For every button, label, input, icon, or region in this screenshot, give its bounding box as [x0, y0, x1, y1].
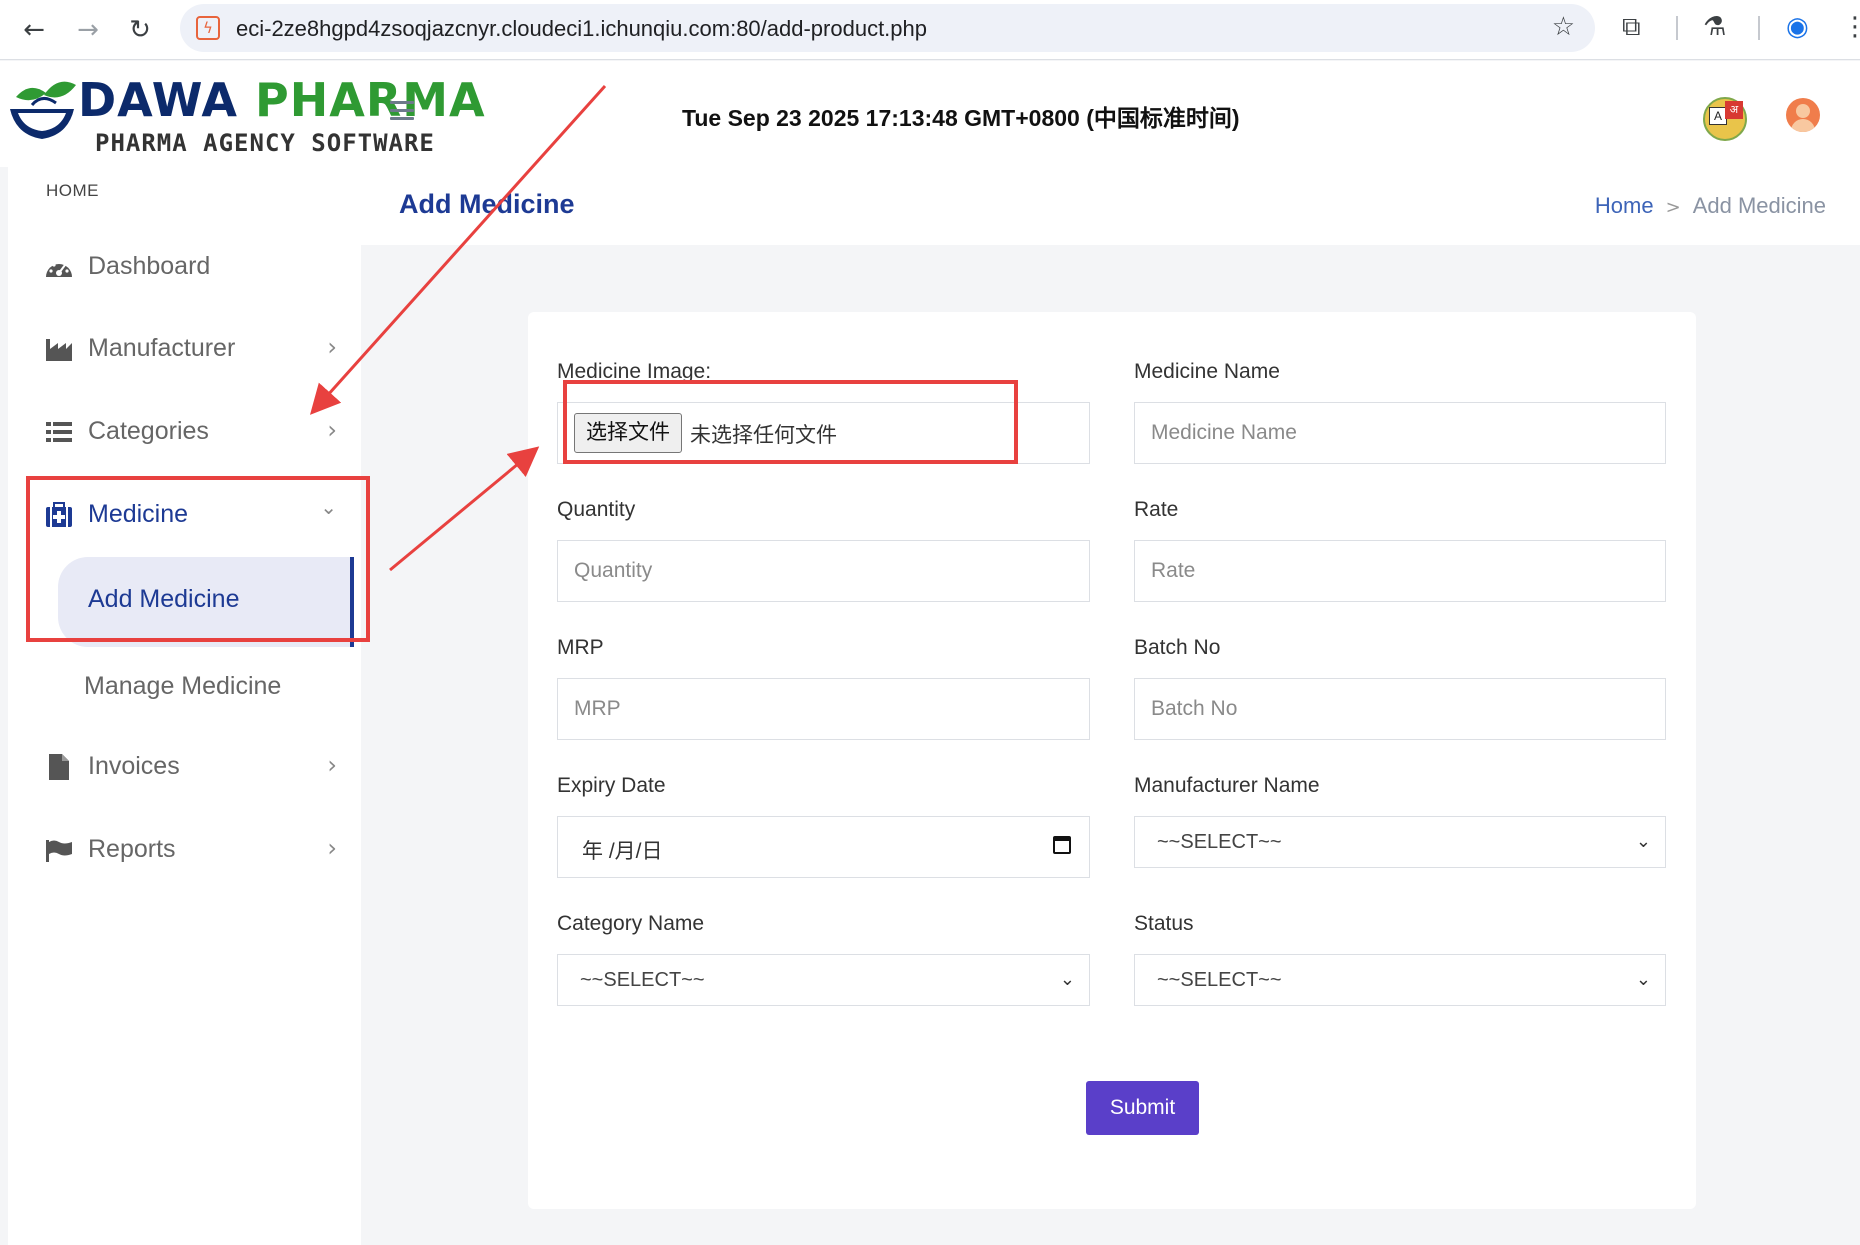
page-title-bar: Add Medicine Home > Add Medicine	[361, 167, 1860, 245]
batch-no-input[interactable]	[1134, 678, 1666, 740]
document-icon	[49, 754, 69, 780]
reload-icon[interactable]: ↻	[122, 12, 158, 48]
sidebar-subitem-manage-medicine[interactable]: Manage Medicine	[84, 672, 281, 701]
menu-dots-icon[interactable]: ⋮	[1842, 12, 1860, 42]
sidebar: HOME Dashboard Manufacturer › Categories…	[8, 167, 361, 1245]
breadcrumb-separator-icon: >	[1665, 197, 1681, 218]
chevron-right-icon: ›	[327, 834, 337, 862]
chevron-down-icon: ⌄	[1635, 969, 1651, 990]
expiry-date-label: Expiry Date	[557, 774, 666, 797]
annotation-arrow-to-file-input	[389, 446, 540, 572]
batch-no-label: Batch No	[1134, 636, 1221, 659]
sidebar-item-label: Categories	[88, 417, 209, 445]
submit-button[interactable]: Submit	[1086, 1081, 1199, 1135]
toolbar-divider	[1676, 16, 1678, 40]
expiry-date-input[interactable]: 年 /月/日	[557, 816, 1090, 878]
medicine-name-label: Medicine Name	[1134, 360, 1280, 383]
mrp-input[interactable]	[557, 678, 1090, 740]
status-select[interactable]: ~~SELECT~~ ⌄	[1134, 954, 1666, 1006]
manufacturer-select-value: ~~SELECT~~	[1157, 831, 1282, 853]
sidebar-item-invoices[interactable]: Invoices ›	[8, 737, 361, 797]
bookmark-star-icon[interactable]: ☆	[1552, 12, 1575, 42]
sidebar-item-label: Reports	[88, 835, 176, 863]
quantity-input[interactable]	[557, 540, 1090, 602]
sidebar-item-categories[interactable]: Categories ›	[8, 402, 361, 462]
sidebar-item-label: Dashboard	[88, 252, 211, 280]
sidebar-heading: HOME	[46, 181, 99, 200]
extensions-icon[interactable]: ⧉	[1622, 12, 1641, 43]
flag-icon	[46, 840, 72, 862]
annotation-box-file-input	[563, 380, 1018, 464]
medicine-name-input[interactable]	[1134, 402, 1666, 464]
dashboard-gauge-icon	[46, 263, 72, 277]
factory-icon	[46, 339, 72, 361]
back-arrow-icon[interactable]: ←	[16, 12, 52, 48]
page-title: Add Medicine	[399, 189, 575, 219]
sidebar-item-label: Invoices	[88, 752, 180, 780]
chevron-right-icon: ›	[327, 751, 337, 779]
profile-icon[interactable]: ◉	[1786, 12, 1809, 42]
sidebar-item-reports[interactable]: Reports ›	[8, 820, 361, 880]
calendar-icon[interactable]	[1053, 836, 1071, 854]
rate-input[interactable]	[1134, 540, 1666, 602]
breadcrumb-current: Add Medicine	[1692, 193, 1826, 218]
list-icon	[46, 422, 72, 442]
rate-label: Rate	[1134, 498, 1179, 521]
user-avatar[interactable]	[1786, 98, 1820, 132]
breadcrumb-home-link[interactable]: Home	[1595, 193, 1654, 218]
current-datetime: Tue Sep 23 2025 17:13:48 GMT+0800 (中国标准时…	[682, 105, 1240, 131]
language-switch-icon[interactable]: A अ	[1703, 97, 1747, 141]
sidebar-item-manufacturer[interactable]: Manufacturer ›	[8, 319, 361, 379]
annotation-box-add-medicine	[26, 476, 370, 642]
chevron-right-icon: ›	[327, 333, 337, 361]
expiry-date-value: 年 /月/日	[582, 840, 663, 863]
app-header: DAWA PHARMA PHARMA AGENCY SOFTWARE Tue S…	[0, 61, 1860, 167]
manufacturer-select[interactable]: ~~SELECT~~ ⌄	[1134, 816, 1666, 868]
mrp-label: MRP	[557, 636, 604, 659]
language-hindi-glyph: अ	[1725, 101, 1743, 119]
chevron-right-icon: ›	[327, 416, 337, 444]
brand-title-part2: PHARMA	[255, 73, 486, 127]
chevron-down-icon: ⌄	[1635, 831, 1651, 852]
brand-title[interactable]: DAWA PHARMA	[78, 73, 486, 127]
brand-title-part1: DAWA	[78, 73, 238, 127]
manufacturer-name-label: Manufacturer Name	[1134, 774, 1320, 797]
mortar-leaf-logo-icon	[10, 81, 76, 139]
quantity-label: Quantity	[557, 498, 636, 521]
address-bar[interactable]: ϟ eci-2ze8hgpd4zsoqjazcnyr.cloudeci1.ich…	[180, 4, 1595, 52]
chevron-down-icon: ⌄	[1059, 969, 1075, 990]
url-text[interactable]: eci-2ze8hgpd4zsoqjazcnyr.cloudeci1.ichun…	[236, 16, 927, 42]
status-label: Status	[1134, 912, 1194, 935]
sidebar-item-dashboard[interactable]: Dashboard	[8, 237, 361, 297]
status-select-value: ~~SELECT~~	[1157, 969, 1282, 991]
browser-toolbar: ← → ↻ ϟ eci-2ze8hgpd4zsoqjazcnyr.cloudec…	[0, 0, 1860, 60]
breadcrumb: Home > Add Medicine	[1595, 193, 1826, 219]
brand-subtitle: PHARMA AGENCY SOFTWARE	[95, 129, 435, 157]
labs-flask-icon[interactable]: ⚗	[1703, 12, 1726, 42]
sidebar-item-label: Manufacturer	[88, 334, 236, 362]
category-select-value: ~~SELECT~~	[580, 969, 705, 991]
category-name-label: Category Name	[557, 912, 705, 935]
site-info-icon[interactable]: ϟ	[196, 16, 220, 40]
forward-arrow-icon[interactable]: →	[70, 12, 106, 48]
hamburger-menu-icon[interactable]	[390, 101, 414, 120]
toolbar-divider	[1758, 16, 1760, 40]
category-select[interactable]: ~~SELECT~~ ⌄	[557, 954, 1090, 1006]
